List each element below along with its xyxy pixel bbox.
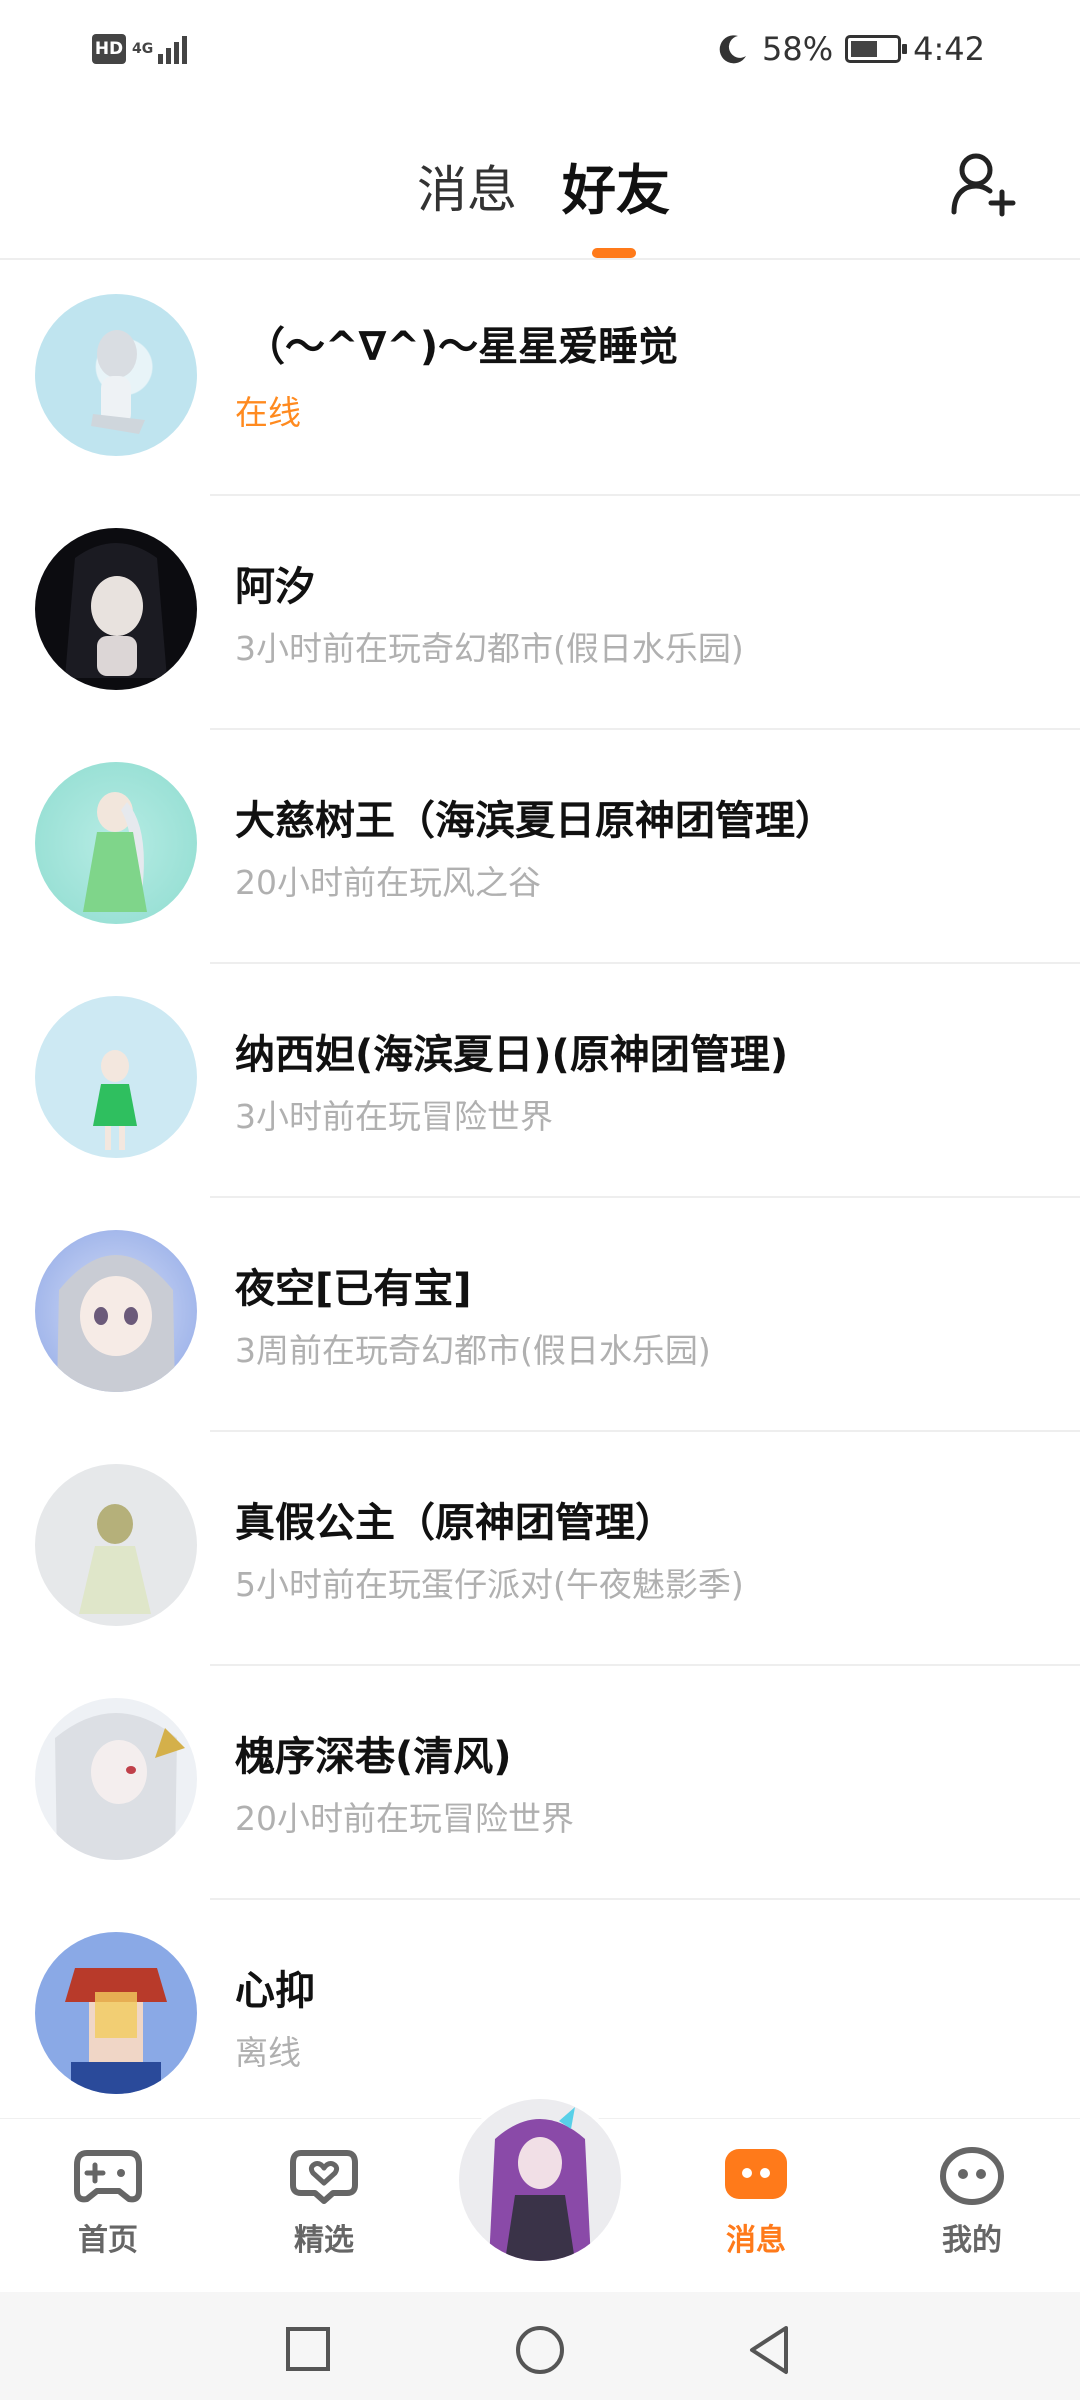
network-type: 4G — [132, 41, 154, 57]
back-icon[interactable] — [746, 2324, 792, 2376]
tab-friends[interactable]: 好友 — [562, 146, 670, 225]
recent-apps-icon[interactable] — [285, 2326, 331, 2372]
hd-badge: HD — [92, 34, 126, 64]
clock: 4:42 — [913, 30, 985, 68]
friend-status: 3小时前在玩冒险世界 — [235, 1097, 553, 1136]
friend-row[interactable]: 夜空[已有宝] 3周前在玩奇幻都市(假日水乐园) — [0, 1198, 1080, 1432]
header: 消息 好友 — [0, 110, 1080, 260]
message-icon — [725, 2149, 787, 2199]
friend-name: 阿汐 — [235, 564, 315, 610]
avatar[interactable] — [35, 1464, 197, 1626]
battery-icon — [845, 35, 908, 63]
nav-featured[interactable]: 精选 — [254, 2147, 394, 2259]
nav-label: 首页 — [78, 2223, 138, 2258]
avatar[interactable] — [35, 528, 197, 690]
friend-row[interactable]: 大慈树王（海滨夏日原神团管理） 20小时前在玩风之谷 — [0, 730, 1080, 964]
home-icon[interactable] — [514, 2324, 566, 2376]
nav-mine[interactable]: 我的 — [902, 2147, 1042, 2259]
friend-name: 夜空[已有宝] — [235, 1266, 472, 1312]
signal-group: HD 4G — [92, 34, 187, 64]
nav-label: 我的 — [942, 2223, 1002, 2258]
avatar[interactable] — [35, 1698, 197, 1860]
friend-row[interactable]: 槐序深巷(清风) 20小时前在玩冒险世界 — [0, 1666, 1080, 1900]
friend-name: 真假公主（原神团管理） — [235, 1500, 675, 1546]
avatar[interactable] — [35, 996, 197, 1158]
friend-row[interactable]: 阿汐 3小时前在玩奇幻都市(假日水乐园) — [0, 496, 1080, 730]
active-tab-indicator — [592, 248, 636, 258]
friend-row[interactable]: （〜^∇^)〜星星爱睡觉 在线 — [0, 262, 1080, 496]
friend-status: 离线 — [235, 2033, 301, 2072]
friend-status: 3周前在玩奇幻都市(假日水乐园) — [235, 1331, 711, 1370]
status-right: 58% 4:42 — [716, 30, 985, 68]
avatar[interactable] — [35, 294, 197, 456]
friend-name: （〜^∇^)〜星星爱睡觉 — [245, 324, 679, 370]
friend-name: 大慈树王（海滨夏日原神团管理） — [235, 798, 835, 844]
battery-percent: 58% — [762, 30, 834, 68]
moon-icon — [719, 35, 747, 64]
friend-name: 心抑 — [235, 1968, 315, 2014]
center-avatar[interactable] — [455, 2095, 625, 2265]
signal-icon — [158, 34, 187, 64]
face-icon — [940, 2147, 1004, 2205]
nav-label: 精选 — [294, 2223, 354, 2258]
friend-status: 20小时前在玩风之谷 — [235, 863, 541, 902]
friend-list: （〜^∇^)〜星星爱睡觉 在线 阿汐 3小时前在玩奇幻都市(假日水乐园) 大慈树… — [0, 262, 1080, 2134]
add-user-icon[interactable] — [950, 148, 1020, 218]
tab-messages[interactable]: 消息 — [417, 150, 517, 222]
friend-status: 在线 — [235, 393, 301, 432]
avatar[interactable] — [35, 762, 197, 924]
friend-row[interactable]: 真假公主（原神团管理） 5小时前在玩蛋仔派对(午夜魅影季) — [0, 1432, 1080, 1666]
friend-status: 5小时前在玩蛋仔派对(午夜魅影季) — [235, 1565, 744, 1604]
friend-row[interactable]: 纳西妲(海滨夏日)(原神团管理) 3小时前在玩冒险世界 — [0, 964, 1080, 1198]
nav-label: 消息 — [726, 2223, 786, 2258]
friend-name: 纳西妲(海滨夏日)(原神团管理) — [235, 1032, 789, 1078]
friend-status: 20小时前在玩冒险世界 — [235, 1799, 574, 1838]
status-bar: HD 4G 58% 4:42 — [0, 0, 1080, 110]
heart-chat-icon — [290, 2150, 358, 2204]
friend-name: 槐序深巷(清风) — [235, 1734, 512, 1780]
avatar[interactable] — [35, 1230, 197, 1392]
friend-status: 3小时前在玩奇幻都市(假日水乐园) — [235, 629, 744, 668]
system-nav-bar — [0, 2292, 1080, 2400]
avatar[interactable] — [35, 1932, 197, 2094]
nav-home[interactable]: 首页 — [38, 2147, 178, 2259]
nav-messages[interactable]: 消息 — [686, 2147, 826, 2259]
gamepad-icon — [74, 2150, 142, 2203]
